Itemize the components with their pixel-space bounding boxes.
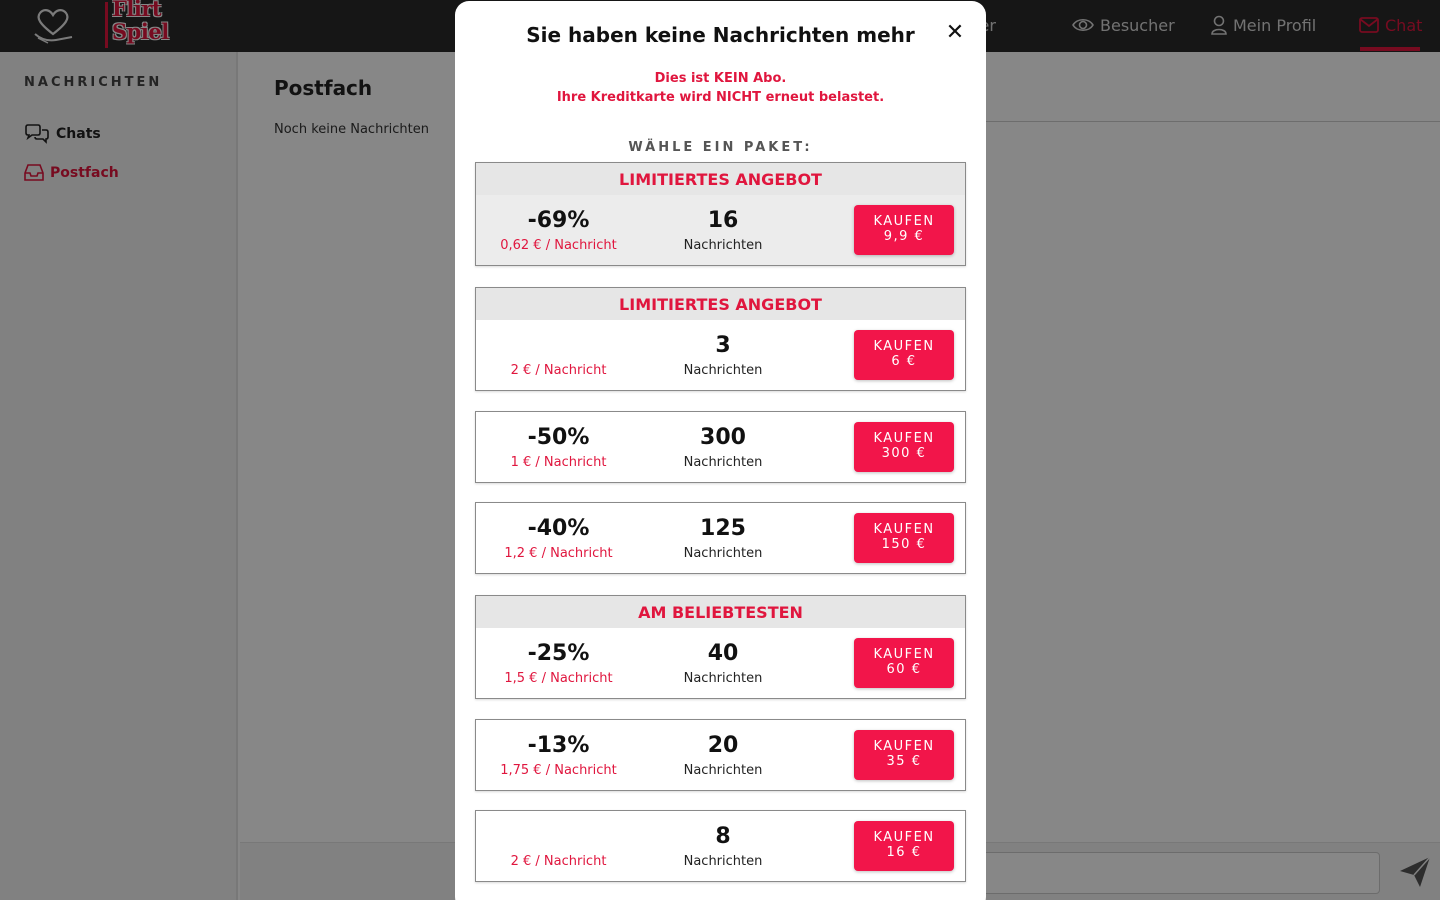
modal-title: Sie haben keine Nachrichten mehr xyxy=(526,23,915,47)
package-badge: AM BELIEBTESTEN xyxy=(476,596,965,628)
package-badge: LIMITIERTES ANGEBOT xyxy=(476,163,965,195)
billing-notice: Dies ist KEIN Abo. Ihre Kreditkarte wird… xyxy=(556,71,885,105)
package-unit-price: 2 € / Nachricht xyxy=(510,854,607,869)
package-discount: -50% xyxy=(527,425,590,450)
package-count-label: Nachrichten xyxy=(683,238,763,253)
buy-button[interactable]: KAUFEN 6 € xyxy=(854,330,954,380)
purchase-modal: Sie haben keine Nachrichten mehr ✕ Dies … xyxy=(455,1,986,900)
buy-button[interactable]: KAUFEN 9,9 € xyxy=(854,205,954,255)
package-unit-price: 2 € / Nachricht xyxy=(510,363,607,378)
package-card: -40% 1,2 € / Nachricht 125 Nachrichten K… xyxy=(475,502,966,574)
buy-button[interactable]: KAUFEN 60 € xyxy=(854,638,954,688)
package-body: 2 € / Nachricht 3 Nachrichten KAUFEN 6 € xyxy=(476,320,965,390)
package-unit-price: 0,62 € / Nachricht xyxy=(500,238,617,253)
package-body: -50% 1 € / Nachricht 300 Nachrichten KAU… xyxy=(476,412,965,482)
package-count-label: Nachrichten xyxy=(683,455,763,470)
package-message-count: 125 xyxy=(700,516,746,541)
package-unit-price: 1,2 € / Nachricht xyxy=(504,546,613,561)
close-icon[interactable]: ✕ xyxy=(943,21,967,45)
package-card: 2 € / Nachricht 8 Nachrichten KAUFEN 16 … xyxy=(475,810,966,882)
package-badge: LIMITIERTES ANGEBOT xyxy=(476,288,965,320)
package-discount: -40% xyxy=(527,516,590,541)
package-card: LIMITIERTES ANGEBOT 2 € / Nachricht 3 Na… xyxy=(475,287,966,391)
package-unit-price: 1,5 € / Nachricht xyxy=(504,671,613,686)
package-card: -50% 1 € / Nachricht 300 Nachrichten KAU… xyxy=(475,411,966,483)
package-body: -40% 1,2 € / Nachricht 125 Nachrichten K… xyxy=(476,503,965,573)
package-message-count: 20 xyxy=(707,733,739,758)
package-body: 2 € / Nachricht 8 Nachrichten KAUFEN 16 … xyxy=(476,811,965,881)
package-count-label: Nachrichten xyxy=(683,854,763,869)
package-count-label: Nachrichten xyxy=(683,763,763,778)
package-count-label: Nachrichten xyxy=(683,671,763,686)
package-message-count: 300 xyxy=(700,425,746,450)
package-count-label: Nachrichten xyxy=(683,363,763,378)
package-body: -69% 0,62 € / Nachricht 16 Nachrichten K… xyxy=(476,195,965,265)
package-discount: -13% xyxy=(527,733,590,758)
package-message-count: 8 xyxy=(715,824,731,849)
package-card: AM BELIEBTESTEN -25% 1,5 € / Nachricht 4… xyxy=(475,595,966,699)
package-unit-price: 1 € / Nachricht xyxy=(510,455,607,470)
package-body: -13% 1,75 € / Nachricht 20 Nachrichten K… xyxy=(476,720,965,790)
package-message-count: 40 xyxy=(707,641,739,666)
package-discount: -69% xyxy=(527,208,590,233)
package-body: -25% 1,5 € / Nachricht 40 Nachrichten KA… xyxy=(476,628,965,698)
buy-button[interactable]: KAUFEN 35 € xyxy=(854,730,954,780)
buy-button[interactable]: KAUFEN 16 € xyxy=(854,821,954,871)
package-message-count: 16 xyxy=(707,208,739,233)
package-card: -13% 1,75 € / Nachricht 20 Nachrichten K… xyxy=(475,719,966,791)
buy-button[interactable]: KAUFEN 150 € xyxy=(854,513,954,563)
package-card: LIMITIERTES ANGEBOT -69% 0,62 € / Nachri… xyxy=(475,162,966,266)
buy-button[interactable]: KAUFEN 300 € xyxy=(854,422,954,472)
package-count-label: Nachrichten xyxy=(683,546,763,561)
package-unit-price: 1,75 € / Nachricht xyxy=(500,763,617,778)
choose-package-label: WÄHLE EIN PAKET: xyxy=(628,140,813,155)
package-message-count: 3 xyxy=(715,333,731,358)
package-discount: -25% xyxy=(527,641,590,666)
